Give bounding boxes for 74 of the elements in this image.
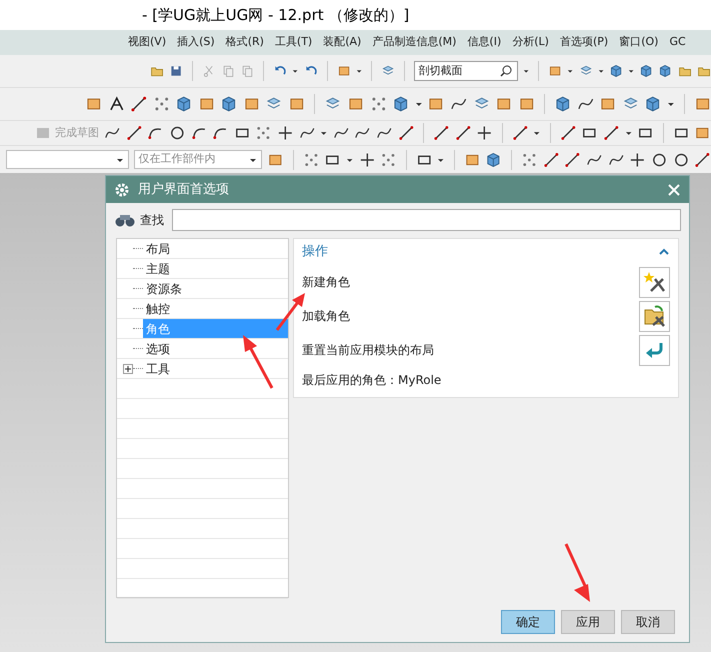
expand-icon[interactable] — [123, 364, 133, 374]
points-icon[interactable] — [370, 95, 388, 113]
cross-icon[interactable] — [277, 124, 294, 142]
line-icon[interactable] — [512, 124, 528, 142]
points-icon[interactable] — [255, 124, 272, 142]
text-icon[interactable] — [108, 95, 126, 113]
line-icon[interactable] — [560, 124, 576, 142]
tree-item[interactable]: 工具 — [143, 359, 288, 378]
dialog-button[interactable]: 应用 — [561, 610, 615, 634]
circle-icon[interactable] — [672, 150, 690, 168]
menu-item[interactable]: 信息(I) — [467, 34, 502, 51]
flag-icon — [35, 125, 51, 141]
circle-icon[interactable] — [168, 124, 186, 142]
cube-icon[interactable] — [608, 62, 624, 80]
annotation-arrow — [240, 334, 276, 390]
dialog-button[interactable]: 取消 — [621, 610, 675, 634]
line-icon[interactable] — [398, 124, 414, 142]
cube-icon[interactable] — [485, 150, 502, 168]
dialog-button[interactable]: 确定 — [501, 610, 555, 634]
tree-item[interactable]: 主题 — [143, 259, 288, 278]
menu-item[interactable]: 窗口(O) — [619, 34, 658, 51]
search-field[interactable] — [172, 209, 681, 231]
line-icon[interactable] — [542, 150, 560, 168]
cube-icon[interactable] — [175, 95, 193, 113]
menu-item[interactable]: 工具(T) — [274, 34, 312, 51]
section-title: 操作 — [302, 243, 328, 262]
cube-icon[interactable] — [392, 95, 410, 113]
search-icon — [499, 64, 514, 78]
line-icon[interactable] — [564, 150, 582, 168]
menu-item[interactable]: GC — [669, 34, 686, 51]
line-icon[interactable] — [130, 95, 148, 113]
menu-item[interactable]: 插入(S) — [177, 34, 215, 51]
menu-item[interactable]: 装配(A) — [323, 34, 362, 51]
window-title: - [学UG就上UG网 - 12.prt （修改的）] — [142, 4, 410, 26]
tree-item[interactable]: 选项 — [143, 339, 288, 358]
menu-item[interactable]: 格式(R) — [226, 34, 264, 51]
tree-item[interactable]: 资源条 — [143, 279, 288, 298]
menu-item[interactable]: 分析(L) — [512, 34, 549, 51]
cube-icon[interactable] — [639, 62, 654, 80]
menu-item[interactable]: 视图(V) — [128, 34, 166, 51]
cube-icon[interactable] — [644, 95, 662, 113]
folder-tools-icon — [642, 304, 666, 328]
line-icon[interactable] — [433, 124, 450, 142]
last-role-text: 最后应用的角色：MyRole — [302, 372, 442, 389]
settings-icon — [114, 182, 130, 198]
star-tools-icon — [642, 270, 666, 294]
tree-item[interactable]: 触控 — [143, 299, 288, 318]
action-label: 加载角色 — [302, 308, 350, 325]
menu-item[interactable]: 首选项(P) — [560, 34, 608, 51]
cross-icon[interactable] — [629, 150, 646, 168]
line-icon[interactable] — [694, 150, 711, 168]
dialog-title: 用户界面首选项 — [138, 180, 229, 199]
tree-item[interactable]: 布局 — [143, 239, 288, 258]
cube-icon[interactable] — [658, 62, 673, 80]
circle-icon[interactable] — [651, 150, 668, 168]
action-button[interactable] — [639, 300, 670, 332]
action-button[interactable] — [639, 266, 670, 298]
close-icon[interactable] — [667, 182, 681, 196]
line-icon[interactable] — [126, 124, 142, 142]
action-label: 新建角色 — [302, 274, 350, 291]
search-label: 查找 — [140, 212, 164, 229]
action-label: 重置当前应用模块的布局 — [302, 342, 434, 359]
points-icon[interactable] — [152, 95, 170, 113]
cube-icon[interactable] — [220, 95, 238, 113]
line-icon[interactable] — [454, 124, 472, 142]
section-field[interactable]: 剖切截面 — [414, 61, 518, 81]
binoculars-icon — [114, 212, 136, 228]
cube-icon[interactable] — [554, 95, 572, 113]
cross-icon[interactable] — [476, 124, 493, 142]
line-icon[interactable] — [603, 124, 620, 142]
cross-icon[interactable] — [358, 150, 376, 168]
action-button[interactable] — [639, 334, 670, 366]
scope-filter-dropdown[interactable]: 仅在工作部件内 — [134, 150, 262, 169]
menu-item[interactable]: 产品制造信息(M) — [372, 34, 456, 51]
